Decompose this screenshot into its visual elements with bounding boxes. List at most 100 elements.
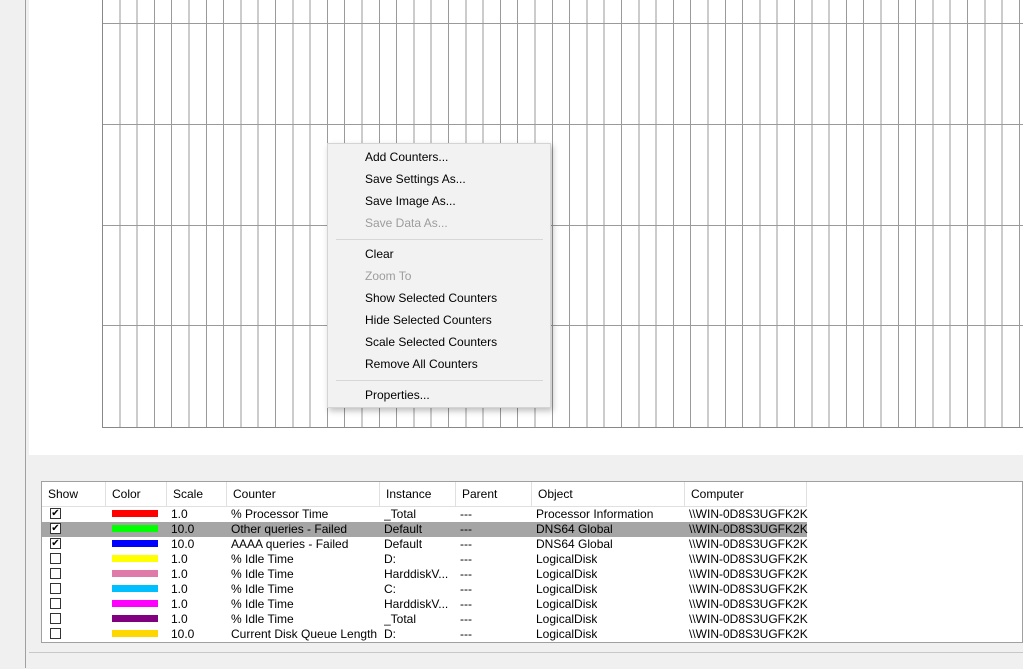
legend-cell-object: LogicalDisk [536,612,598,626]
legend-cell-instance: D: [384,627,396,641]
menu-item-add-counters[interactable]: Add Counters... [365,147,448,167]
legend-row[interactable]: ✔ 10.0 AAAA queries - Failed Default --- DNS6… [42,537,808,552]
legend-cell-counter: % Idle Time [231,552,294,566]
legend-cell-computer: \\WIN-0D8S3UGFK2K [689,597,808,611]
column-header-parent[interactable]: Parent [456,482,532,507]
color-swatch [112,630,158,637]
legend-cell-counter: AAAA queries - Failed [231,537,349,551]
counter-legend-table[interactable]: Show Color Scale Counter Instance Parent… [41,481,1023,643]
show-checkbox[interactable]: ✔ [50,523,61,534]
legend-cell-computer: \\WIN-0D8S3UGFK2K [689,522,808,536]
show-checkbox[interactable] [50,583,61,594]
show-checkbox[interactable] [50,613,61,624]
column-header-color[interactable]: Color [106,482,167,507]
legend-cell-counter: % Idle Time [231,597,294,611]
show-checkbox[interactable] [50,598,61,609]
legend-cell-parent: --- [460,507,472,521]
legend-cell-instance: _Total [384,507,417,521]
legend-cell-instance: D: [384,552,396,566]
legend-cell-computer: \\WIN-0D8S3UGFK2K [689,627,808,641]
legend-cell-counter: Current Disk Queue Length [231,627,378,641]
menu-item-hide-selected-counters[interactable]: Hide Selected Counters [365,310,492,330]
legend-cell-parent: --- [460,597,472,611]
show-checkbox[interactable]: ✔ [50,538,61,549]
legend-cell-parent: --- [460,552,472,566]
column-header-scale[interactable]: Scale [167,482,227,507]
legend-cell-parent: --- [460,537,472,551]
legend-cell-scale: 1.0 [171,582,188,596]
legend-cell-scale: 10.0 [171,522,195,536]
menu-item-scale-selected-counters[interactable]: Scale Selected Counters [365,332,497,352]
legend-cell-instance: Default [384,522,423,536]
column-header-instance[interactable]: Instance [380,482,456,507]
legend-row[interactable]: 1.0 % Idle Time HarddiskV... --- LogicalDisk… [42,597,808,612]
legend-cell-instance: HarddiskV... [384,597,449,611]
legend-cell-object: LogicalDisk [536,582,598,596]
color-swatch [112,600,158,607]
menu-item-properties[interactable]: Properties... [365,385,430,405]
legend-cell-object: LogicalDisk [536,567,598,581]
color-swatch [112,510,158,517]
column-header-object[interactable]: Object [532,482,685,507]
legend-cell-computer: \\WIN-0D8S3UGFK2K [689,552,808,566]
legend-row[interactable]: 1.0 % Idle Time _Total --- LogicalDisk \\WIN-… [42,612,808,627]
performance-graph[interactable] [102,0,1023,428]
legend-cell-computer: \\WIN-0D8S3UGFK2K [689,537,808,551]
color-swatch [112,615,158,622]
legend-cell-object: LogicalDisk [536,627,598,641]
show-checkbox[interactable] [50,628,61,639]
legend-cell-counter: Other queries - Failed [231,522,348,536]
legend-cell-counter: % Idle Time [231,612,294,626]
legend-cell-parent: --- [460,567,472,581]
legend-row[interactable]: 1.0 % Idle Time HarddiskV... --- LogicalDisk… [42,567,808,582]
legend-row[interactable]: ✔ 10.0 Other queries - Failed Default --- DNS… [42,522,808,537]
color-swatch [112,540,158,547]
legend-cell-computer: \\WIN-0D8S3UGFK2K [689,612,808,626]
menu-item-save-data-as: Save Data As... [365,216,448,230]
legend-cell-instance: C: [384,582,396,596]
legend-cell-instance: HarddiskV... [384,567,449,581]
legend-cell-computer: \\WIN-0D8S3UGFK2K [689,582,808,596]
legend-cell-object: LogicalDisk [536,552,598,566]
column-header-computer[interactable]: Computer [685,482,807,507]
column-header-counter[interactable]: Counter [227,482,380,507]
legend-cell-scale: 1.0 [171,597,188,611]
legend-cell-computer: \\WIN-0D8S3UGFK2K [689,567,808,581]
legend-row[interactable]: 10.0 Current Disk Queue Length D: --- Logica… [42,627,808,642]
color-swatch [112,525,158,532]
legend-cell-scale: 1.0 [171,612,188,626]
legend-header-row: Show Color Scale Counter Instance Parent… [42,482,1022,507]
legend-cell-object: Processor Information [536,507,654,521]
menu-item-clear[interactable]: Clear [365,244,394,264]
legend-row[interactable]: ✔ 1.0 % Processor Time _Total --- Processor I… [42,507,808,522]
legend-cell-object: DNS64 Global [536,522,613,536]
legend-cell-parent: --- [460,582,472,596]
menu-item-save-image-as[interactable]: Save Image As... [365,191,456,211]
menu-separator [336,239,543,240]
color-swatch [112,570,158,577]
menu-item-zoom-to: Zoom To [365,269,412,283]
menu-item-remove-all-counters[interactable]: Remove All Counters [365,354,478,374]
legend-cell-parent: --- [460,522,472,536]
legend-cell-instance: Default [384,537,423,551]
legend-row[interactable]: 1.0 % Idle Time C: --- LogicalDisk \\WIN-0D8S… [42,582,808,597]
legend-cell-parent: --- [460,627,472,641]
legend-cell-counter: % Idle Time [231,567,294,581]
legend-row[interactable]: 1.0 % Idle Time D: --- LogicalDisk \\WIN-0D8S… [42,552,808,567]
menu-separator [336,380,543,381]
legend-cell-scale: 1.0 [171,552,188,566]
legend-cell-scale: 1.0 [171,507,188,521]
context-menu: Add Counters... Save Settings As... Save… [327,143,551,408]
legend-cell-parent: --- [460,612,472,626]
color-swatch [112,555,158,562]
legend-cell-object: LogicalDisk [536,597,598,611]
show-checkbox[interactable] [50,553,61,564]
show-checkbox[interactable]: ✔ [50,508,61,519]
show-checkbox[interactable] [50,568,61,579]
left-panel-edge [0,0,26,668]
color-swatch [112,585,158,592]
column-header-show[interactable]: Show [42,482,106,507]
legend-cell-computer: \\WIN-0D8S3UGFK2K [689,507,808,521]
menu-item-show-selected-counters[interactable]: Show Selected Counters [365,288,497,308]
menu-item-save-settings-as[interactable]: Save Settings As... [365,169,466,189]
